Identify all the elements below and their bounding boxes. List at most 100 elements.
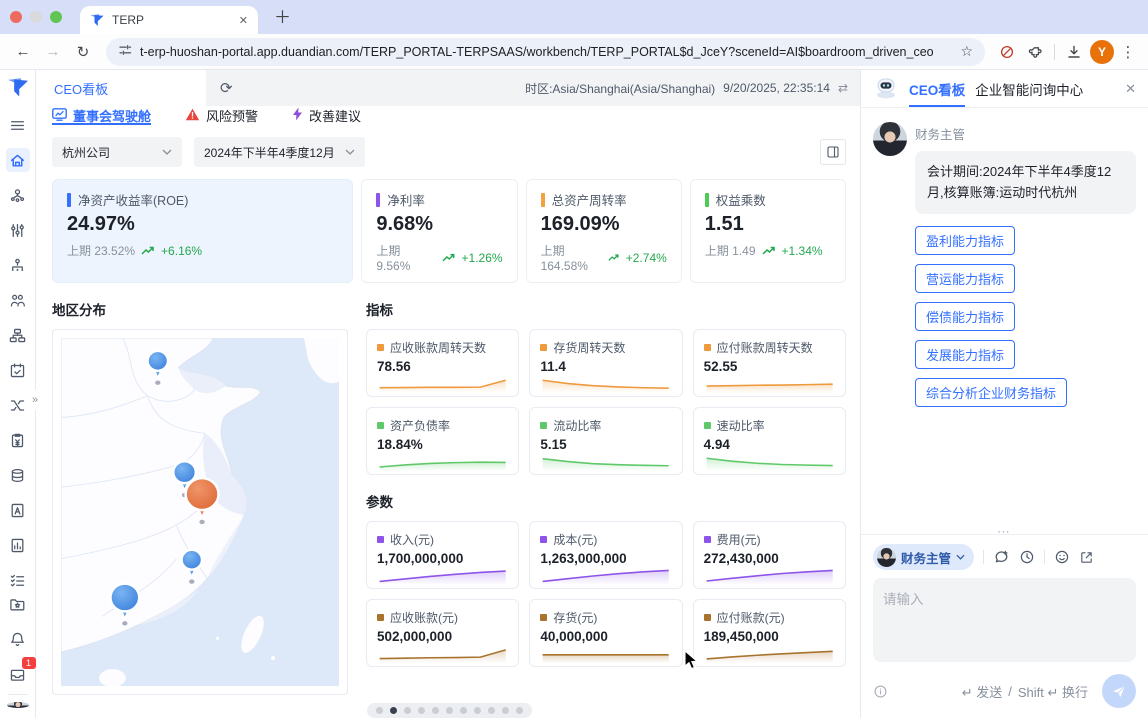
suggestion-button-3[interactable]: 发展能力指标 <box>915 340 1015 369</box>
kpi-card-0[interactable]: 净资产收益率(ROE)24.97%上期 23.52%+6.16% <box>52 179 353 283</box>
close-window-button[interactable] <box>10 11 22 23</box>
site-settings-icon[interactable] <box>118 43 132 60</box>
metric-card[interactable]: 应收账款周转天数78.56 <box>366 329 519 397</box>
pagination-dot-8[interactable] <box>488 707 495 714</box>
assistant-tab-inquiry-center[interactable]: 企业智能问询中心 <box>975 79 1083 99</box>
trend-up-icon <box>762 245 776 256</box>
pagination-dot-5[interactable] <box>446 707 453 714</box>
sparkline-chart <box>540 375 671 393</box>
layout-tool-button[interactable] <box>820 139 846 165</box>
open-external-icon[interactable] <box>1079 550 1094 565</box>
sparkline-chart <box>540 453 671 471</box>
company-select[interactable]: 杭州公司 <box>52 137 182 167</box>
extension-blocked-icon[interactable] <box>995 44 1019 60</box>
kpi-change: +1.26% <box>462 251 503 265</box>
tab-close-icon[interactable]: ✕ <box>239 14 248 27</box>
metric-card[interactable]: 成本(元)1,263,000,000 <box>529 521 682 589</box>
bookmark-star-icon[interactable]: ☆ <box>960 43 973 60</box>
new-tab-button[interactable]: ＋ <box>274 3 291 34</box>
workbench-tab-ceo-dashboard[interactable]: CEO看板 <box>36 70 206 106</box>
sidebar-item-calendar-icon[interactable] <box>6 358 30 382</box>
sidebar-item-pair-icon[interactable] <box>6 288 30 312</box>
pagination-dot-1[interactable] <box>390 707 397 714</box>
sidebar-item-tree-icon[interactable] <box>6 253 30 277</box>
timezone-label: 时区:Asia/Shanghai(Asia/Shanghai) <box>525 80 715 97</box>
pagination-dot-7[interactable] <box>474 707 481 714</box>
info-icon[interactable] <box>873 684 888 699</box>
metric-card[interactable]: 资产负债率18.84% <box>366 407 519 475</box>
reload-button[interactable]: ↻ <box>70 43 96 61</box>
sidebar-item-checklist-icon[interactable] <box>6 568 30 592</box>
sidebar-item-flow-icon[interactable] <box>6 393 30 417</box>
minimize-window-button[interactable] <box>30 11 42 23</box>
timezone-swap-icon[interactable]: ⇄ <box>838 81 848 95</box>
kpi-card-1[interactable]: 净利率9.68%上期 9.56%+1.26% <box>361 179 517 283</box>
metric-card[interactable]: 存货周转天数11.4 <box>529 329 682 397</box>
sidebar-item-sliders-icon[interactable] <box>6 218 30 242</box>
china-region-map[interactable] <box>52 329 348 695</box>
pagination-dot-9[interactable] <box>502 707 509 714</box>
sidebar-item-coins-icon[interactable] <box>6 463 30 487</box>
send-button[interactable] <box>1102 674 1136 708</box>
metric-card[interactable]: 流动比率5.15 <box>529 407 682 475</box>
browser-tab[interactable]: TERP ✕ <box>80 6 258 34</box>
history-clock-icon[interactable] <box>1019 549 1035 565</box>
sidebar-item-inbox-icon[interactable]: 1 <box>6 662 30 686</box>
pagination-dot-2[interactable] <box>404 707 411 714</box>
pagination-dot-10[interactable] <box>516 707 523 714</box>
user-avatar[interactable] <box>7 702 29 708</box>
sidebar-item-doc-a-icon[interactable] <box>6 498 30 522</box>
sidebar-item-menu-icon[interactable] <box>6 113 30 137</box>
new-chat-icon[interactable] <box>993 549 1010 566</box>
persona-selector[interactable]: 财务主管 <box>873 544 974 570</box>
tab-improvement-advice[interactable]: 改善建议 <box>292 106 361 125</box>
metric-card[interactable]: 应付账款周转天数52.55 <box>693 329 846 397</box>
app-logo-icon[interactable] <box>7 78 29 101</box>
profile-avatar[interactable]: Y <box>1090 40 1114 64</box>
pagination-dot-4[interactable] <box>432 707 439 714</box>
period-select[interactable]: 2024年下半年4季度12月 <box>194 137 365 167</box>
close-panel-icon[interactable]: ✕ <box>1125 81 1136 97</box>
chat-input[interactable] <box>873 578 1136 662</box>
forward-button[interactable]: → <box>40 43 66 60</box>
zoom-window-button[interactable] <box>50 11 62 23</box>
browser-menu-icon[interactable]: ⋮ <box>1118 43 1138 61</box>
emoji-icon[interactable] <box>1054 549 1070 565</box>
sidebar-item-folder-star-icon[interactable] <box>6 592 30 616</box>
suggestion-button-2[interactable]: 偿债能力指标 <box>915 302 1015 331</box>
metric-card[interactable]: 应付账款(元)189,450,000 <box>693 599 846 667</box>
metric-card[interactable]: 速动比率4.94 <box>693 407 846 475</box>
kpi-row: 净资产收益率(ROE)24.97%上期 23.52%+6.16%净利率9.68%… <box>52 179 846 283</box>
suggestion-button-0[interactable]: 盈利能力指标 <box>915 226 1015 255</box>
kpi-card-2[interactable]: 总资产周转率169.09%上期 164.58%+2.74% <box>526 179 682 283</box>
kpi-card-3[interactable]: 权益乘数1.51上期 1.49+1.34% <box>690 179 846 283</box>
assistant-tab-ceo-dashboard[interactable]: CEO看板 <box>909 70 965 107</box>
suggestion-button-4[interactable]: 综合分析企业财务指标 <box>915 378 1067 407</box>
metric-card[interactable]: 应收账款(元)502,000,000 <box>366 599 519 667</box>
back-button[interactable]: ← <box>10 43 36 60</box>
metric-card[interactable]: 存货(元)40,000,000 <box>529 599 682 667</box>
metric-card[interactable]: 费用(元)272,430,000 <box>693 521 846 589</box>
sidebar-item-org-icon[interactable] <box>6 183 30 207</box>
pagination-dot-3[interactable] <box>418 707 425 714</box>
suggestion-button-1[interactable]: 营运能力指标 <box>915 264 1015 293</box>
sidebar-item-doc-chart-icon[interactable] <box>6 533 30 557</box>
kpi-change: +2.74% <box>626 251 667 265</box>
metric-value: 52.55 <box>704 359 835 374</box>
pagination-dot-6[interactable] <box>460 707 467 714</box>
address-bar[interactable]: t-erp-huoshan-portal.app.duandian.com/TE… <box>106 38 985 66</box>
kpi-color-bar <box>376 193 380 207</box>
sidebar-item-bell-icon[interactable] <box>6 627 30 651</box>
pagination-dot-0[interactable] <box>376 707 383 714</box>
sidebar-item-clipboard-icon[interactable] <box>6 428 30 452</box>
resize-handle[interactable]: ⋯ <box>997 524 1012 540</box>
downloads-icon[interactable] <box>1062 44 1086 60</box>
extensions-puzzle-icon[interactable] <box>1023 44 1047 60</box>
hint-separator: / <box>1008 684 1012 699</box>
metric-card[interactable]: 收入(元)1,700,000,000 <box>366 521 519 589</box>
sidebar-item-sitemap-icon[interactable] <box>6 323 30 347</box>
tab-risk-alert[interactable]: 风险预警 <box>185 106 258 125</box>
refresh-icon[interactable]: ⟳ <box>220 79 233 97</box>
sidebar-item-home-icon[interactable] <box>6 148 30 172</box>
tab-boardroom-cockpit[interactable]: 董事会驾驶舱 <box>52 106 151 125</box>
